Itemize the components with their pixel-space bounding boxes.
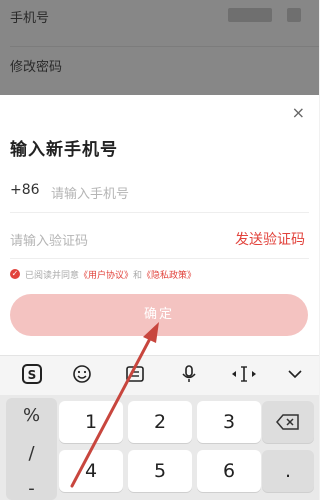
slash-key[interactable]: /: [8, 443, 55, 464]
agreement-and: 和: [133, 271, 143, 281]
user-agreement-link[interactable]: 《用户协议》: [79, 271, 133, 281]
emoji-icon[interactable]: [70, 363, 94, 385]
country-code[interactable]: +86: [10, 182, 40, 198]
masked-phone-number-end: [287, 8, 301, 22]
backspace-icon: [276, 414, 299, 430]
microphone-icon[interactable]: [177, 363, 201, 385]
key-1[interactable]: 1: [59, 401, 123, 443]
sheet-title: 输入新手机号: [10, 140, 118, 160]
backdrop-divider: [10, 46, 319, 47]
key-6[interactable]: 6: [197, 450, 261, 492]
code-input-underline: [10, 258, 309, 259]
verification-code-input[interactable]: 请输入验证码: [10, 230, 88, 249]
agreement-prefix: 已阅读并同意: [25, 271, 80, 281]
confirm-button[interactable]: 确定: [10, 294, 308, 336]
send-code-button[interactable]: 发送验证码: [235, 229, 305, 249]
change-password-label: 修改密码: [10, 60, 63, 75]
phone-setting-label: 手机号: [10, 11, 50, 26]
svg-text:S: S: [28, 368, 37, 382]
cursor-move-icon[interactable]: [229, 363, 259, 385]
minus-key[interactable]: -: [8, 478, 55, 499]
collapse-keyboard-icon[interactable]: [283, 363, 307, 385]
percent-key[interactable]: %: [8, 405, 55, 426]
clipboard-icon[interactable]: [123, 363, 147, 385]
dot-key[interactable]: .: [262, 450, 314, 492]
backspace-key[interactable]: [262, 401, 314, 443]
keyboard-toolbar: [0, 355, 319, 396]
key-2[interactable]: 2: [128, 401, 192, 443]
key-3[interactable]: 3: [197, 401, 261, 443]
key-4[interactable]: 4: [59, 450, 123, 492]
agreement-checkbox[interactable]: ✓: [10, 269, 20, 279]
phone-input[interactable]: 请输入手机号: [51, 183, 129, 202]
agreement-text: 已阅读并同意《用户协议》和《隐私政策》: [25, 268, 196, 281]
sogou-logo-icon[interactable]: S: [20, 363, 44, 385]
privacy-policy-link[interactable]: 《隐私政策》: [142, 271, 196, 281]
phone-input-underline: [10, 212, 309, 213]
masked-phone-number: [228, 8, 272, 22]
close-icon[interactable]: ×: [292, 103, 305, 122]
key-5[interactable]: 5: [128, 450, 192, 492]
